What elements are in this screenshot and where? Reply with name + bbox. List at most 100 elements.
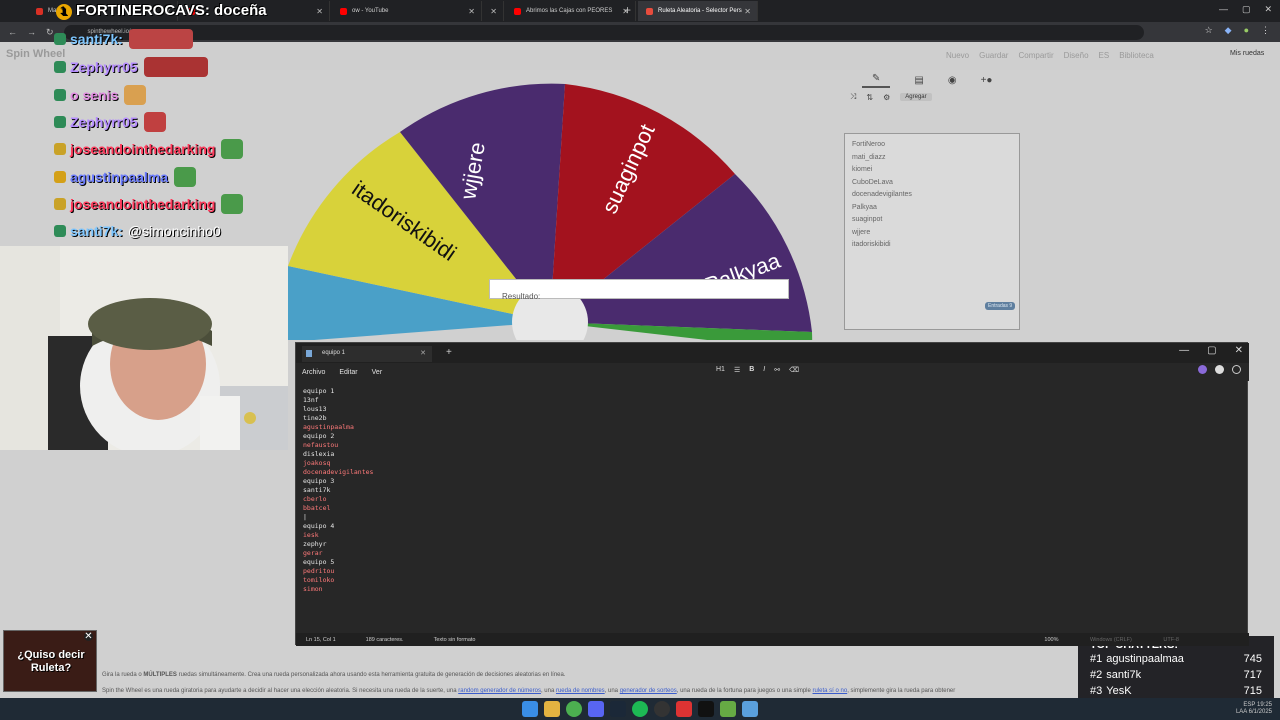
chat-username: joseandointhedarking	[70, 141, 216, 157]
clipboard-icon[interactable]: ▤	[914, 75, 923, 86]
entry-item[interactable]: kiomei	[852, 164, 1012, 177]
menu-item[interactable]: Ver	[372, 369, 383, 376]
start-icon[interactable]	[522, 701, 538, 717]
entries-editor-panel: ✎ ▤ ◉ +● ⤨ ⇅ ⚙ Agregar FortiNeroo mati_di…	[844, 72, 1024, 330]
steam-icon[interactable]	[610, 701, 626, 717]
site-nav-item[interactable]: Biblioteca	[1119, 51, 1154, 60]
browser-tab[interactable]: ✕	[484, 1, 504, 21]
sort-icon[interactable]: ⇅	[866, 93, 873, 102]
spotify-icon[interactable]	[632, 701, 648, 717]
browser-tab[interactable]: Ruleta Aleatoria - Selector Pers ✕	[638, 1, 758, 21]
site-nav-item[interactable]: Guardar	[979, 51, 1008, 60]
chat-badge-icon	[54, 61, 66, 73]
italic-icon[interactable]: I	[763, 366, 765, 374]
entries-count-badge: Entradas 9	[985, 302, 1016, 310]
tab-close-icon[interactable]: ✕	[744, 7, 751, 16]
chat-emote-icon	[128, 29, 193, 49]
clear-format-icon[interactable]: ⌫	[789, 366, 799, 374]
stream-title: 1 FORTINEROCAVS: doceña	[56, 2, 267, 20]
link-icon[interactable]: ⚯	[774, 366, 780, 374]
settings-icon[interactable]: ⚙	[883, 93, 890, 102]
hide-icon[interactable]: ◉	[948, 75, 957, 86]
new-tab-icon[interactable]: +	[446, 347, 452, 358]
tab-close-icon[interactable]: ✕	[468, 7, 475, 16]
profile-icon[interactable]: ●	[1244, 25, 1249, 36]
entry-item[interactable]: wjjere	[852, 227, 1012, 240]
capcut-icon[interactable]	[698, 701, 714, 717]
menu-icon[interactable]: ⋮	[1261, 25, 1270, 36]
site-description: Gira la rueda o MÚLTIPLES ruedas simultá…	[102, 667, 1102, 699]
browser-tab[interactable]: Abrimos las Cajas con PEORES ✕	[506, 1, 636, 21]
agregar-button[interactable]: Agregar	[900, 93, 932, 101]
chatter-rank: #2	[1090, 669, 1103, 681]
link-sorteos[interactable]: generador de sorteos	[620, 688, 677, 694]
chat-badge-icon	[54, 143, 66, 155]
site-nav-item[interactable]: Diseño	[1064, 51, 1089, 60]
add-wheel-icon[interactable]: +●	[981, 75, 993, 86]
tab-close-icon[interactable]: ✕	[622, 7, 629, 16]
extension-icon[interactable]: ◆	[1225, 25, 1232, 36]
entry-item[interactable]: docenadevigilantes	[852, 189, 1012, 202]
notepad-right-icons	[1198, 365, 1241, 374]
entry-item[interactable]: suaginpot	[852, 214, 1012, 227]
entry-item[interactable]: itadoriskibidi	[852, 239, 1012, 252]
site-nav-item[interactable]: Nuevo	[946, 51, 969, 60]
notepad-taskbar-icon[interactable]	[742, 701, 758, 717]
link-si-no[interactable]: ruleta sí o no	[813, 688, 848, 694]
link-numeros[interactable]: random generador de números	[458, 688, 541, 694]
account-icon[interactable]	[1215, 365, 1224, 374]
browser-window-controls: — ▢ ✕	[1219, 4, 1272, 15]
chat-badge-icon	[54, 225, 66, 237]
maximize-icon[interactable]: ▢	[1207, 345, 1216, 356]
minecraft-icon[interactable]	[720, 701, 736, 717]
app-icon[interactable]	[676, 701, 692, 717]
discord-icon[interactable]	[588, 701, 604, 717]
edit-pencil-icon[interactable]: ✎	[862, 73, 891, 88]
notepad-titlebar: equipo 1 ✕ + — ▢ ✕	[296, 343, 1249, 363]
link-nombres[interactable]: rueda de nombres	[556, 688, 605, 694]
close-tab-icon[interactable]: ✕	[420, 349, 426, 357]
text-line: lous13	[303, 405, 327, 413]
browser-tab[interactable]: ow - YouTube ✕	[332, 1, 482, 21]
back-icon[interactable]: ←	[8, 27, 17, 37]
close-icon[interactable]: ✕	[1235, 345, 1243, 356]
chrome-icon[interactable]	[566, 701, 582, 717]
tab-close-icon[interactable]: ✕	[490, 7, 497, 16]
notepad-text-area[interactable]: equipo 1 13nf lous13 tine2b agustinpaalma equ…	[303, 387, 1203, 594]
list-icon[interactable]: ☰	[734, 366, 740, 374]
settings-icon[interactable]	[1232, 365, 1241, 374]
streamer-image	[0, 246, 288, 450]
shuffle-icon[interactable]: ⤨	[850, 92, 856, 102]
minimize-icon[interactable]: —	[1219, 4, 1228, 15]
forward-icon[interactable]: →	[27, 27, 36, 37]
menu-item[interactable]: Editar	[339, 369, 357, 376]
chat-message: joseandointhedarking	[54, 193, 244, 215]
entry-item[interactable]: CuboDeLava	[852, 177, 1012, 190]
heading-dropdown[interactable]: H1	[716, 366, 725, 374]
char-count: 189 caracteres.	[365, 636, 404, 643]
mis-ruedas-button[interactable]: Mis ruedas	[1230, 50, 1264, 57]
tab-close-icon[interactable]: ✕	[316, 7, 323, 16]
close-icon[interactable]: ✕	[84, 632, 93, 642]
minimize-icon[interactable]: —	[1179, 345, 1189, 356]
close-icon[interactable]: ✕	[1264, 4, 1272, 15]
obs-icon[interactable]	[654, 701, 670, 717]
reload-icon[interactable]: ↻	[46, 27, 54, 38]
chat-emote-icon	[143, 112, 166, 132]
url-input[interactable]: spinthewheel.io/es	[63, 24, 1144, 40]
site-nav-item[interactable]: Compartir	[1018, 51, 1053, 60]
bold-icon[interactable]: B	[749, 366, 754, 374]
menu-item[interactable]: Archivo	[302, 369, 325, 376]
entry-item[interactable]: mati_diazz	[852, 152, 1012, 165]
entries-textarea[interactable]: FortiNeroo mati_diazz kiomei CuboDeLava doce…	[844, 133, 1020, 330]
entry-item[interactable]: FortiNeroo	[852, 139, 1012, 152]
maximize-icon[interactable]: ▢	[1242, 4, 1251, 15]
notepad-tab[interactable]: equipo 1 ✕	[302, 346, 432, 362]
star-icon[interactable]: ☆	[1205, 25, 1213, 36]
footer-line-1: Gira la rueda o MÚLTIPLES ruedas simultá…	[102, 672, 566, 678]
stream-title-text: FORTINEROCAVS: doceña	[76, 2, 267, 19]
site-nav-item[interactable]: ES	[1099, 51, 1110, 60]
file-explorer-icon[interactable]	[544, 701, 560, 717]
copilot-icon[interactable]	[1198, 365, 1207, 374]
entry-item[interactable]: Palkyaa	[852, 202, 1012, 215]
